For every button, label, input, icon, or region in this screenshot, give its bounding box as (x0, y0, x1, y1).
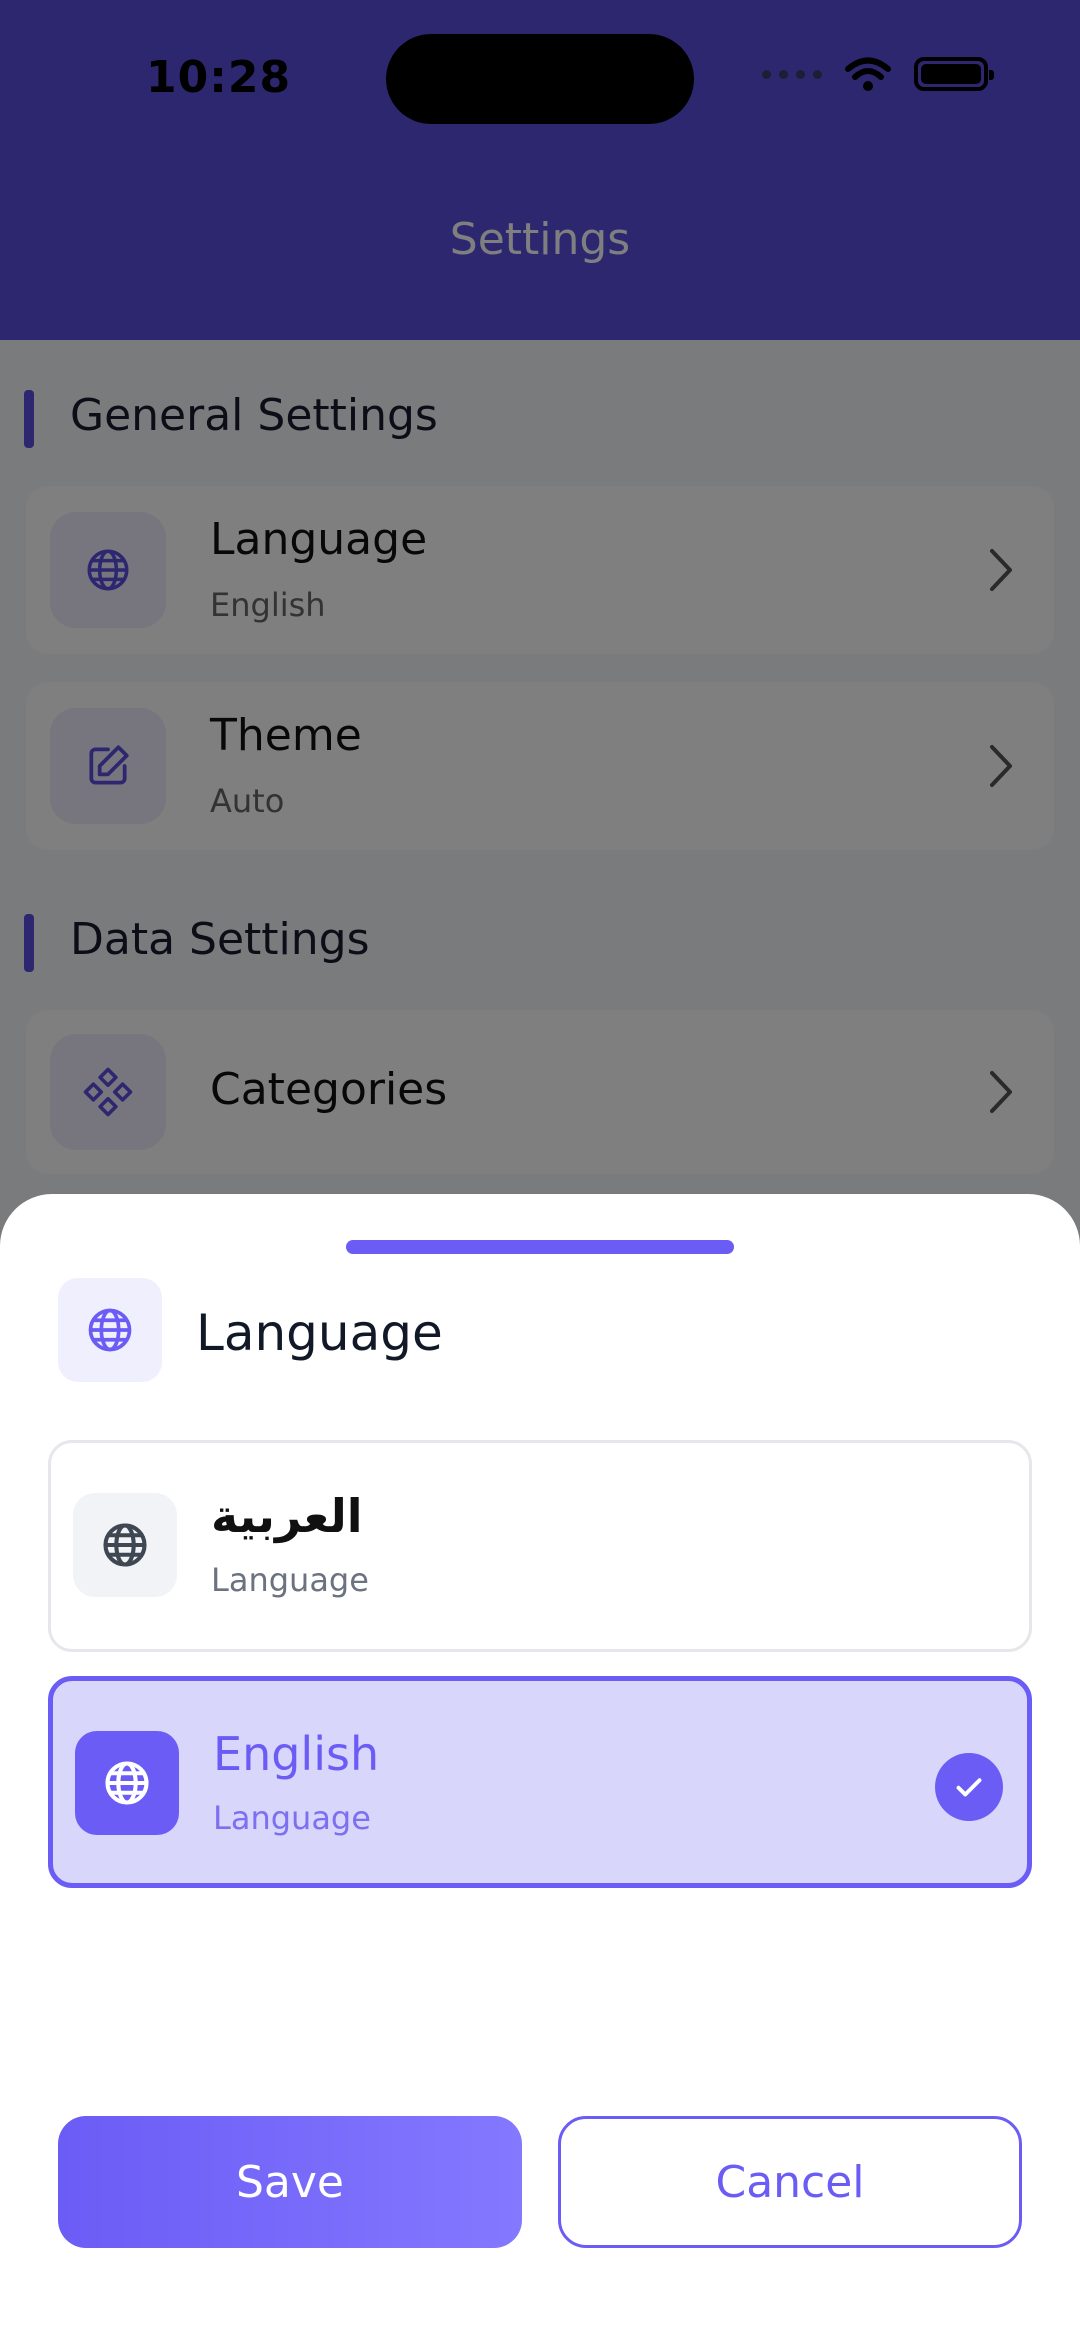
globe-icon (58, 1278, 162, 1382)
option-title: English (213, 1727, 380, 1781)
sheet-title: Language (196, 1304, 443, 1362)
globe-icon (73, 1493, 177, 1597)
save-button[interactable]: Save (58, 2116, 522, 2248)
cancel-button[interactable]: Cancel (558, 2116, 1022, 2248)
option-subtitle: Language (213, 1799, 371, 1837)
check-icon (935, 1753, 1003, 1821)
language-bottom-sheet: Language العربية Language English Langua… (0, 1194, 1080, 2347)
globe-icon (75, 1731, 179, 1835)
option-subtitle: Language (211, 1561, 369, 1599)
option-title: العربية (211, 1489, 363, 1543)
language-option-arabic[interactable]: العربية Language (48, 1440, 1032, 1652)
drag-handle[interactable] (346, 1240, 734, 1254)
language-option-english[interactable]: English Language (48, 1676, 1032, 1888)
